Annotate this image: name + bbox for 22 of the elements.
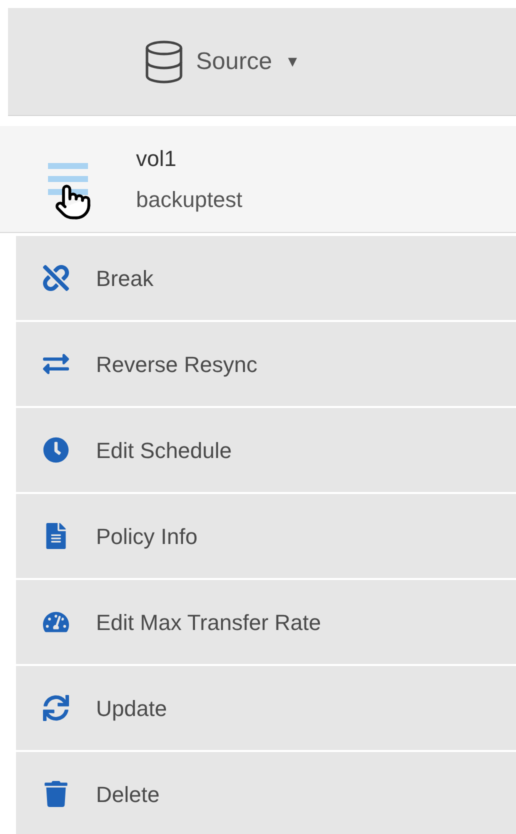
header-label: Source xyxy=(196,46,272,76)
clock-icon xyxy=(43,437,69,463)
column-header[interactable]: Source ▾ xyxy=(8,8,516,116)
hand-pointer-icon xyxy=(54,183,92,221)
menu-item[interactable]: Update xyxy=(16,666,516,750)
menu-item[interactable]: Break xyxy=(16,236,516,320)
menu-item[interactable]: Edit Schedule xyxy=(16,408,516,492)
broken-link-icon xyxy=(43,265,69,291)
menu-lines-icon xyxy=(48,161,88,197)
swap-arrows-icon xyxy=(43,351,69,377)
trash-icon xyxy=(43,781,69,807)
caret-icon: ▾ xyxy=(288,48,298,75)
database-icon xyxy=(144,40,184,84)
volume-subtitle: backuptest xyxy=(136,186,242,214)
refresh-icon xyxy=(43,695,69,721)
volume-row[interactable]: vol1 backuptest xyxy=(0,126,516,233)
menu-item[interactable]: Reverse Resync xyxy=(16,322,516,406)
volume-name: vol1 xyxy=(136,145,178,173)
menu-item[interactable]: Policy Info xyxy=(16,494,516,578)
menu-item[interactable]: Edit Max Transfer Rate xyxy=(16,580,516,664)
speedometer-icon xyxy=(43,609,69,635)
menu-item[interactable]: Delete xyxy=(16,752,516,834)
